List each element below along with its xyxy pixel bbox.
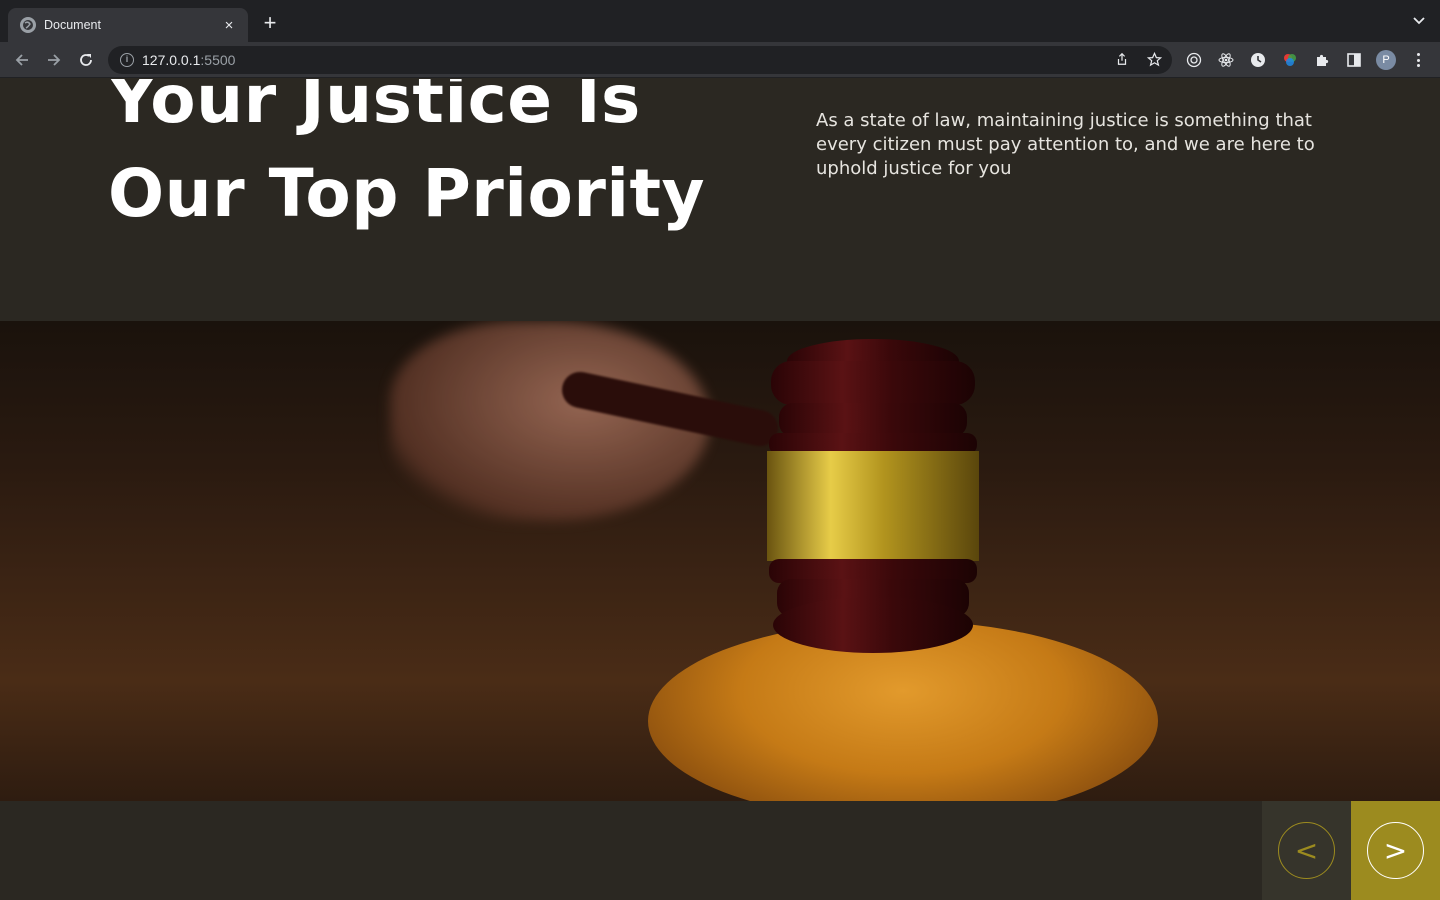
new-tab-button[interactable]: +: [258, 12, 282, 36]
tab-close-icon[interactable]: ×: [220, 17, 238, 34]
hero-title-line-2: Our Top Priority: [108, 155, 706, 232]
back-arrow-icon[interactable]: [12, 50, 32, 70]
prev-arrow-label: <: [1278, 822, 1335, 879]
reload-icon[interactable]: [76, 50, 96, 70]
next-arrow-label: >: [1367, 822, 1424, 879]
url-port: :5500: [200, 52, 236, 68]
chevron-down-icon[interactable]: [1412, 14, 1426, 28]
globe-icon: [20, 17, 36, 33]
browser-toolbar: i 127.0.0.1:5500 P: [0, 42, 1440, 78]
slider-prev-button[interactable]: <: [1262, 801, 1351, 900]
profile-avatar[interactable]: P: [1376, 50, 1396, 70]
hero-description: As a state of law, maintaining justice i…: [816, 110, 1315, 179]
kebab-menu-icon[interactable]: [1410, 52, 1426, 68]
side-panel-icon[interactable]: [1344, 50, 1364, 70]
color-picker-extension-icon[interactable]: [1280, 50, 1300, 70]
puzzle-extensions-icon[interactable]: [1312, 50, 1332, 70]
tab-title: Document: [44, 18, 101, 32]
gavel-head-illustration: [767, 339, 979, 653]
url-host: 127.0.0.1: [142, 52, 201, 68]
browser-tab[interactable]: Document ×: [8, 8, 248, 42]
gavel-banner-image: [0, 321, 1440, 801]
footer-band: [0, 801, 1440, 900]
react-devtools-icon[interactable]: [1216, 50, 1236, 70]
info-icon[interactable]: i: [120, 53, 134, 67]
share-icon[interactable]: [1114, 51, 1130, 67]
page-content: Your Justice Is Our Top Priority As a st…: [0, 79, 1440, 900]
address-bar[interactable]: i 127.0.0.1:5500: [108, 46, 1172, 74]
slider-next-button[interactable]: >: [1351, 801, 1440, 900]
hero-title-line-1: Your Justice Is: [108, 79, 641, 138]
browser-tabbar: Document × +: [0, 0, 1440, 42]
target-extension-icon[interactable]: [1184, 50, 1204, 70]
hero-title: Your Justice Is Our Top Priority: [108, 79, 748, 241]
bookmark-star-icon[interactable]: [1146, 51, 1162, 67]
clock-extension-icon[interactable]: [1248, 50, 1268, 70]
forward-arrow-icon[interactable]: [44, 50, 64, 70]
